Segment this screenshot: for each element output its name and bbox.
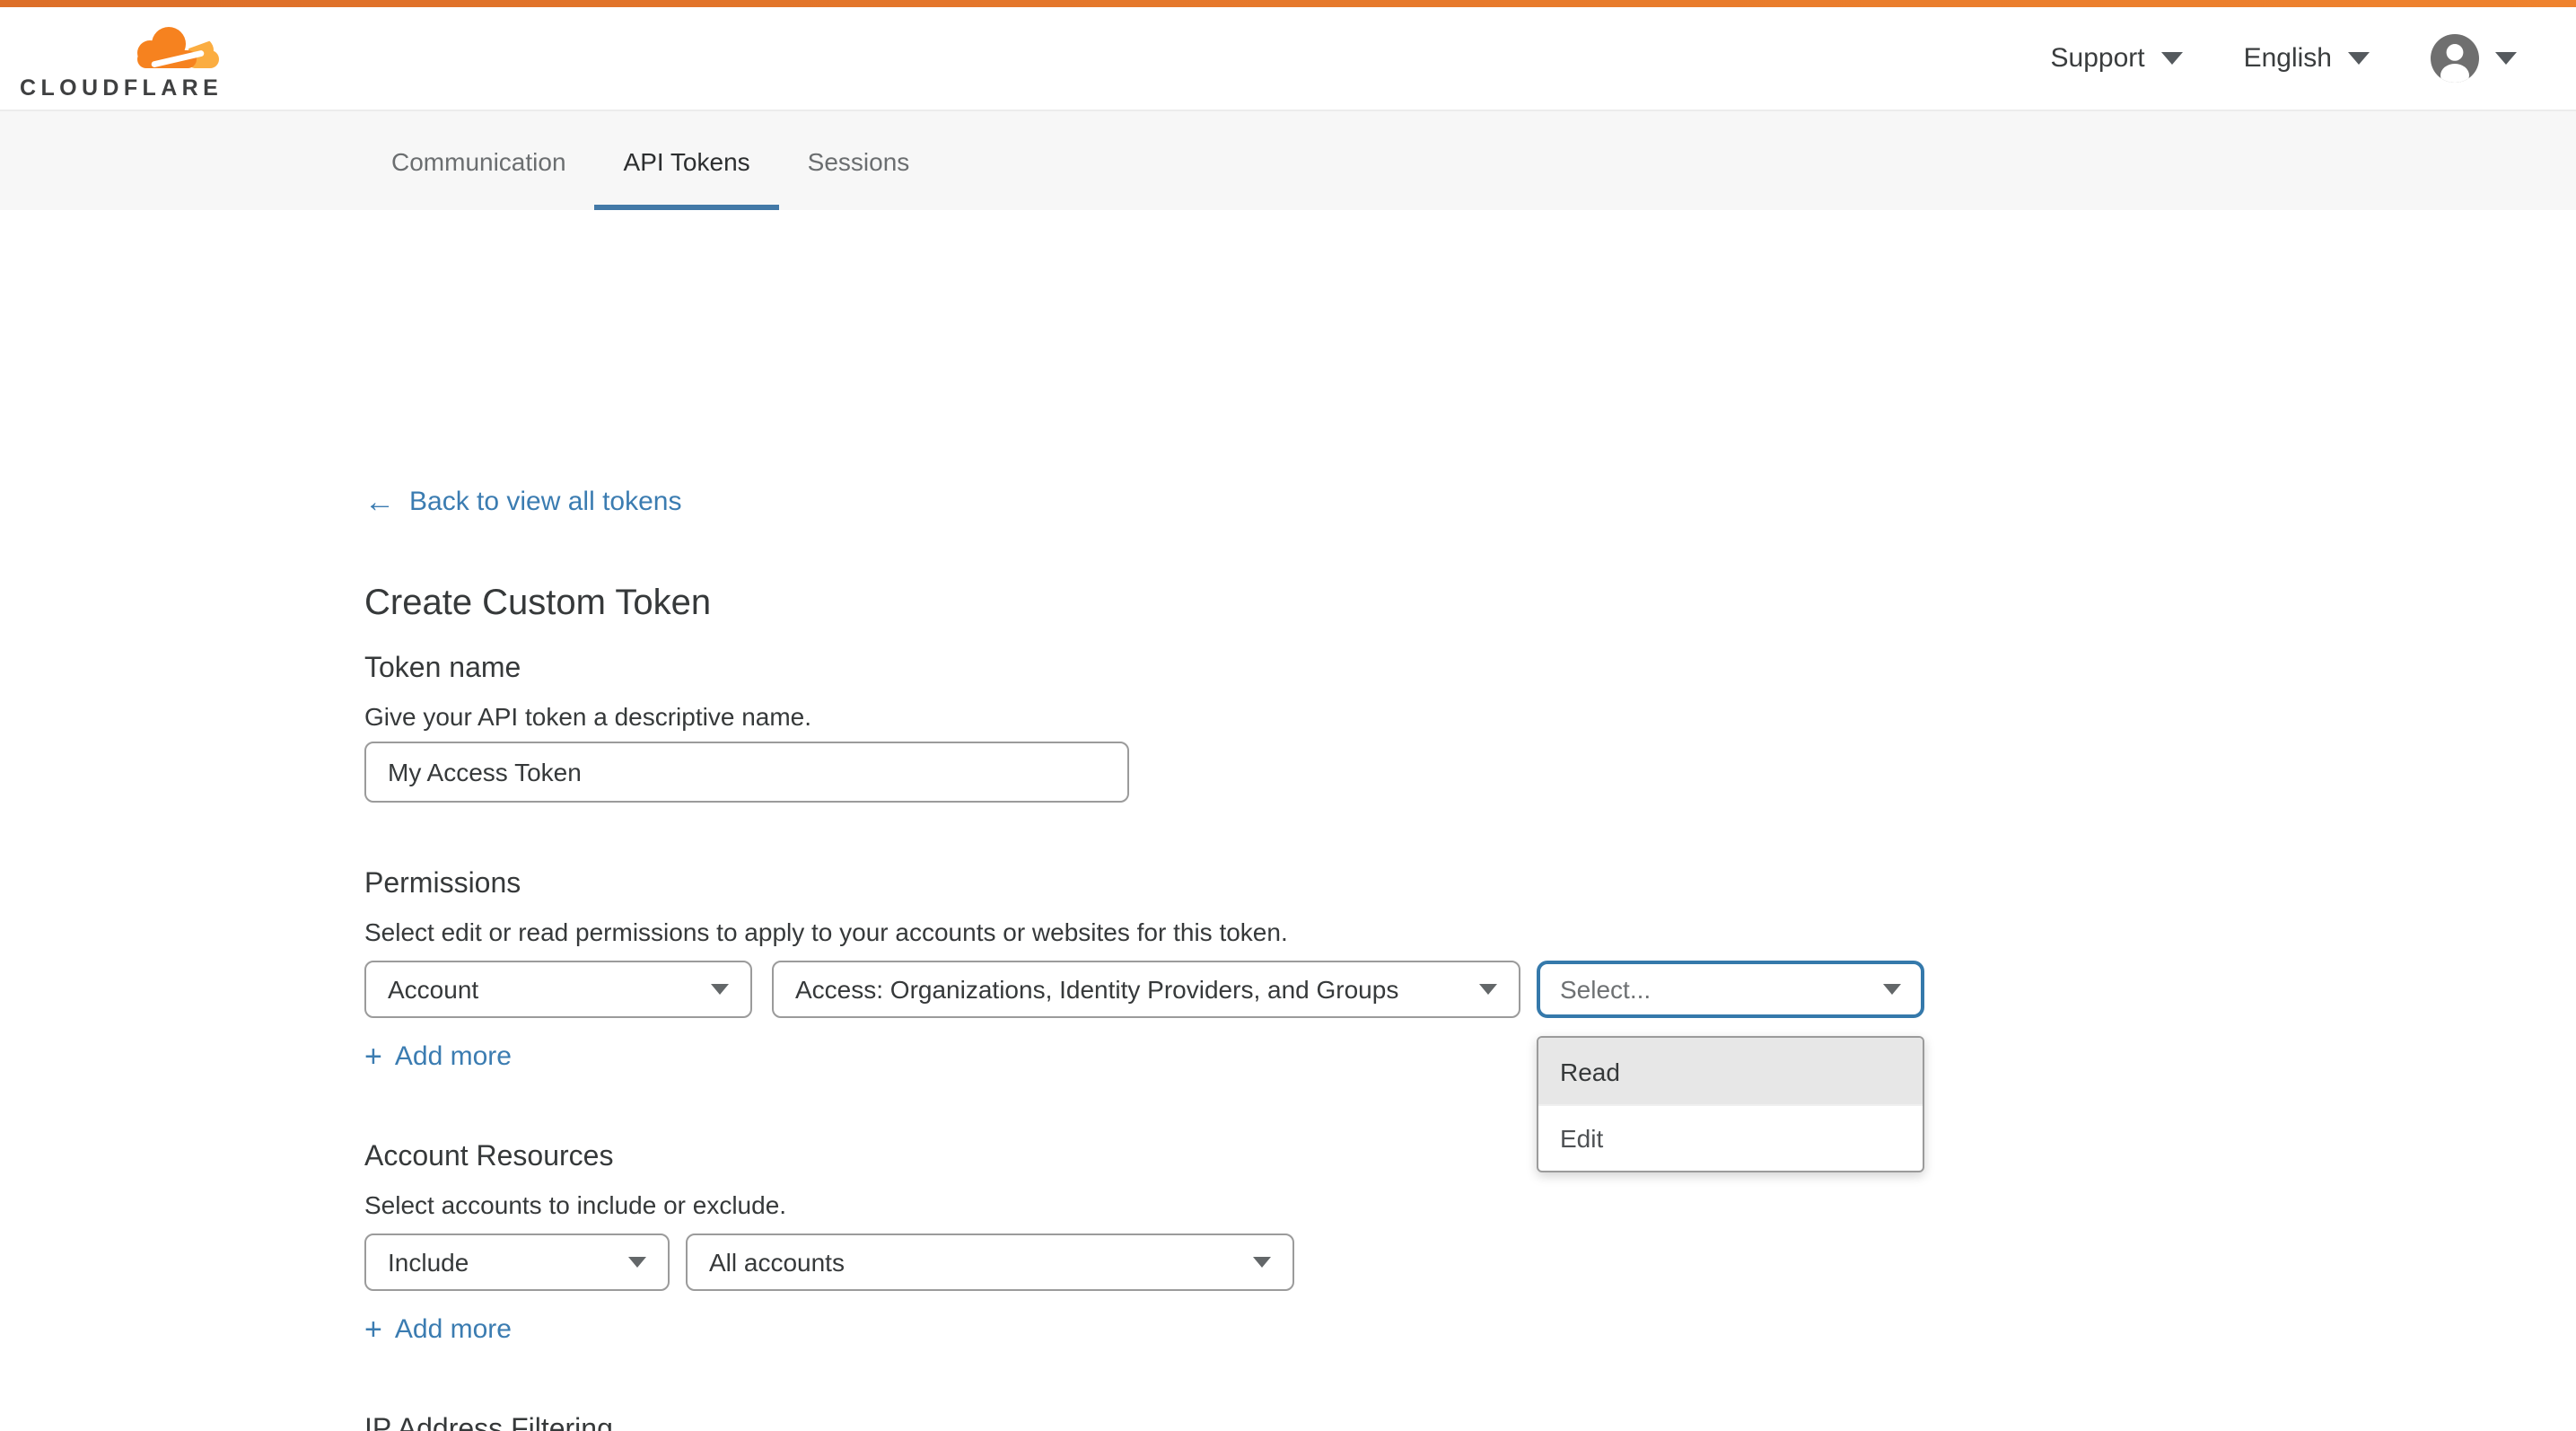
permission-access-value: Select... [1560,975,1651,1004]
tab-communication[interactable]: Communication [363,111,595,210]
token-name-heading: Token name [364,654,521,686]
permission-scope-select[interactable]: Account [364,961,752,1018]
profile-tabs: Communication API Tokens Sessions [0,110,2576,210]
language-menu[interactable]: English [2244,43,2370,74]
tab-label: API Tokens [624,146,750,175]
back-link-label: Back to view all tokens [409,487,682,517]
language-menu-label: English [2244,43,2332,74]
resources-accounts-select[interactable]: All accounts [686,1233,1294,1291]
account-resources-heading: Account Resources [364,1142,613,1174]
token-name-input[interactable] [364,742,1129,803]
cloudflare-wordmark: CLOUDFLARE [20,75,223,101]
user-avatar-icon [2431,34,2479,83]
account-menu[interactable] [2431,34,2517,83]
account-resources-description: Select accounts to include or exclude. [364,1190,786,1219]
permissions-heading: Permissions [364,869,521,901]
plus-icon: + [364,1043,382,1070]
menu-option-edit[interactable]: Edit [1538,1104,1923,1171]
chevron-down-icon [711,984,729,995]
cloudflare-cloud-icon [129,23,223,74]
permission-access-select[interactable]: Select... [1537,961,1924,1018]
tab-sessions[interactable]: Sessions [779,111,939,210]
main-content: ← Back to view all tokens Create Custom … [0,210,2576,1431]
back-to-tokens-link[interactable]: ← Back to view all tokens [364,487,682,517]
resources-mode-select[interactable]: Include [364,1233,670,1291]
tab-label: Sessions [808,146,910,175]
support-menu[interactable]: Support [2051,43,2183,74]
resources-add-more-link[interactable]: + Add more [364,1314,512,1345]
resources-mode-value: Include [388,1248,469,1277]
ip-filtering-heading: IP Address Filtering [364,1415,613,1431]
left-arrow-icon: ← [364,488,395,515]
permissions-description: Select edit or read permissions to apply… [364,917,1288,946]
chevron-down-icon [1883,984,1901,995]
add-more-label: Add more [395,1314,512,1345]
chevron-down-icon [628,1257,646,1268]
page: CLOUDFLARE Support English [0,0,2576,1431]
token-name-description: Give your API token a descriptive name. [364,702,811,731]
brand-accent-bar [0,0,2576,7]
chevron-down-icon [2348,52,2370,65]
chevron-down-icon [2161,52,2183,65]
header-actions: Support English [2051,7,2518,110]
permission-group-select[interactable]: Access: Organizations, Identity Provider… [772,961,1520,1018]
chevron-down-icon [1479,984,1497,995]
add-more-label: Add more [395,1041,512,1072]
app-header: CLOUDFLARE Support English [0,7,2576,110]
menu-option-read[interactable]: Read [1538,1038,1923,1104]
permission-scope-value: Account [388,975,478,1004]
page-title: Create Custom Token [364,584,711,625]
cloudflare-logo[interactable]: CLOUDFLARE [20,23,223,101]
resources-accounts-value: All accounts [709,1248,845,1277]
tab-label: Communication [391,146,566,175]
permissions-add-more-link[interactable]: + Add more [364,1041,512,1072]
tab-api-tokens[interactable]: API Tokens [595,111,779,210]
access-options-menu: Read Edit [1537,1036,1924,1172]
permission-group-value: Access: Organizations, Identity Provider… [795,975,1398,1004]
support-menu-label: Support [2051,43,2145,74]
chevron-down-icon [1253,1257,1271,1268]
plus-icon: + [364,1316,382,1343]
chevron-down-icon [2495,52,2517,65]
